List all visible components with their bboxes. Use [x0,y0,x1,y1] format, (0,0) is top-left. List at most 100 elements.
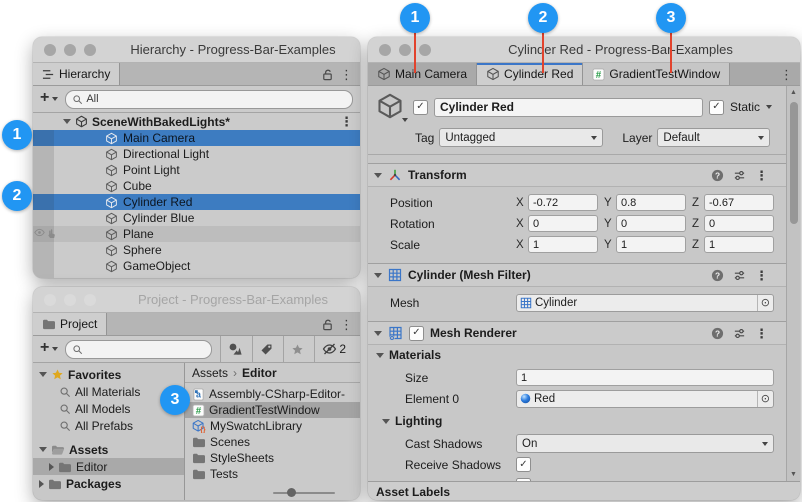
hierarchy-item-cylinder-red[interactable]: Cylinder Red [33,194,360,210]
asset-labels-section[interactable]: Asset Labels [368,481,800,500]
tab-hierarchy[interactable]: Hierarchy [33,63,120,85]
scrollbar-thumb[interactable] [790,102,798,224]
panel-menu-icon[interactable]: ⋮ [340,68,353,81]
tag-dropdown[interactable]: Untagged [439,128,603,147]
minimize-window-icon[interactable] [399,44,411,56]
search-by-label-button[interactable] [252,336,280,362]
favorites-filter-button[interactable] [283,336,311,362]
asset-item-assembly[interactable]: Assembly-CSharp-Editor- [185,386,360,402]
preset-icon[interactable] [733,169,746,182]
hierarchy-item-cube[interactable]: Cube [33,178,360,194]
asset-item-tests[interactable]: Tests [185,466,360,482]
preset-icon[interactable] [733,269,746,282]
hierarchy-item-cylinder-blue[interactable]: Cylinder Blue [33,210,360,226]
rotation-z-field[interactable]: 0 [704,215,774,232]
rotation-x-field[interactable]: 0 [528,215,598,232]
minimize-window-icon[interactable] [64,294,76,306]
tab-project[interactable]: Project [33,313,107,335]
close-window-icon[interactable] [44,294,56,306]
gameobject-icon-selector[interactable] [375,92,407,122]
component-enabled-checkbox[interactable]: ✓ [409,326,424,341]
scale-y-field[interactable]: 1 [616,236,686,253]
scroll-down-icon[interactable]: ▼ [787,471,800,478]
component-menu-icon[interactable]: ⋮ [755,327,768,340]
close-window-icon[interactable] [44,44,56,56]
materials-foldout[interactable]: Materials [368,345,786,365]
lighting-foldout[interactable]: Lighting [368,411,786,431]
zoom-window-icon[interactable] [84,44,96,56]
breadcrumb-root[interactable]: Assets [192,366,228,380]
project-search-input[interactable] [65,340,212,359]
slider-thumb[interactable] [287,488,296,497]
asset-item-gradienttestwindow[interactable]: GradientTestWindow [185,402,360,418]
lock-icon[interactable] [321,68,334,81]
rotation-y-field[interactable]: 0 [616,215,686,232]
component-menu-icon[interactable]: ⋮ [755,169,768,182]
create-asset-button[interactable]: + [40,340,49,356]
tab-main-camera[interactable]: Main Camera [368,63,477,85]
mesh-filter-section-header[interactable]: Cylinder (Mesh Filter) ⋮ [368,263,786,287]
mesh-object-field[interactable]: Cylinder ⊙ [516,294,774,312]
tree-item-packages[interactable]: Packages [33,475,184,492]
foldout-arrow-icon[interactable] [49,463,54,471]
scene-row[interactable]: SceneWithBakedLights* ⋮ [33,113,360,130]
asset-item-myswatchlibrary[interactable]: MySwatchLibrary [185,418,360,434]
transform-section-header[interactable]: Transform ⋮ [368,163,786,187]
hierarchy-search-input[interactable]: All [65,90,353,109]
position-x-field[interactable]: -0.72 [528,194,598,211]
hierarchy-item-gameobject[interactable]: GameObject [33,258,360,274]
tree-item-assets[interactable]: Assets [33,441,184,458]
hierarchy-item-plane[interactable]: Plane [33,226,360,242]
help-icon[interactable] [711,169,724,182]
pickability-hand-icon[interactable] [46,228,57,239]
foldout-arrow-icon[interactable] [39,480,44,488]
layer-dropdown[interactable]: Default [657,128,770,147]
object-picker-icon[interactable]: ⊙ [757,295,773,311]
minimize-window-icon[interactable] [64,44,76,56]
window-controls[interactable] [33,44,106,56]
hierarchy-item-main-camera[interactable]: Main Camera [33,130,360,146]
receive-shadows-checkbox[interactable]: ✓ [516,457,531,472]
help-icon[interactable] [711,327,724,340]
foldout-arrow-icon[interactable] [39,447,47,452]
asset-item-scenes[interactable]: Scenes [185,434,360,450]
object-picker-icon[interactable]: ⊙ [757,391,773,407]
element0-object-field[interactable]: Red ⊙ [516,390,774,408]
tab-cylinder-red[interactable]: Cylinder Red [477,63,583,85]
name-field[interactable]: Cylinder Red [434,98,703,117]
scale-z-field[interactable]: 1 [704,236,774,253]
position-z-field[interactable]: -0.67 [704,194,774,211]
foldout-arrow-icon[interactable] [374,273,382,278]
preset-icon[interactable] [733,327,746,340]
cast-shadows-dropdown[interactable]: On [516,434,774,453]
mesh-renderer-section-header[interactable]: ✓ Mesh Renderer ⋮ [368,321,786,345]
hierarchy-item-directional-light[interactable]: Directional Light [33,146,360,162]
scale-x-field[interactable]: 1 [528,236,598,253]
hidden-items-button[interactable]: 2 [314,336,353,362]
foldout-arrow-icon[interactable] [382,419,390,424]
component-menu-icon[interactable]: ⋮ [755,269,768,282]
zoom-window-icon[interactable] [84,294,96,306]
materials-size-field[interactable]: 1 [516,369,774,386]
create-object-button[interactable]: + [40,90,49,106]
scroll-up-icon[interactable]: ▲ [787,89,800,96]
position-y-field[interactable]: 0.8 [616,194,686,211]
zoom-window-icon[interactable] [419,44,431,56]
asset-item-stylesheets[interactable]: StyleSheets [185,450,360,466]
foldout-arrow-icon[interactable] [374,173,382,178]
foldout-arrow-icon[interactable] [374,331,382,336]
create-dropdown-icon[interactable] [52,347,58,351]
window-controls[interactable] [368,44,441,56]
inspector-scrollbar[interactable]: ▲ ▼ [786,86,800,481]
static-checkbox[interactable]: ✓ [709,100,724,115]
visibility-eye-icon[interactable] [34,228,45,239]
tree-item-favorites[interactable]: Favorites [33,366,184,383]
active-checkbox[interactable]: ✓ [413,100,428,115]
asset-zoom-slider[interactable] [273,492,335,494]
hierarchy-item-point-light[interactable]: Point Light [33,162,360,178]
panel-menu-icon[interactable]: ⋮ [340,318,353,331]
search-by-type-button[interactable] [220,336,249,362]
static-dropdown-icon[interactable] [766,105,772,109]
scene-menu-icon[interactable]: ⋮ [340,115,360,128]
foldout-arrow-icon[interactable] [63,119,71,124]
